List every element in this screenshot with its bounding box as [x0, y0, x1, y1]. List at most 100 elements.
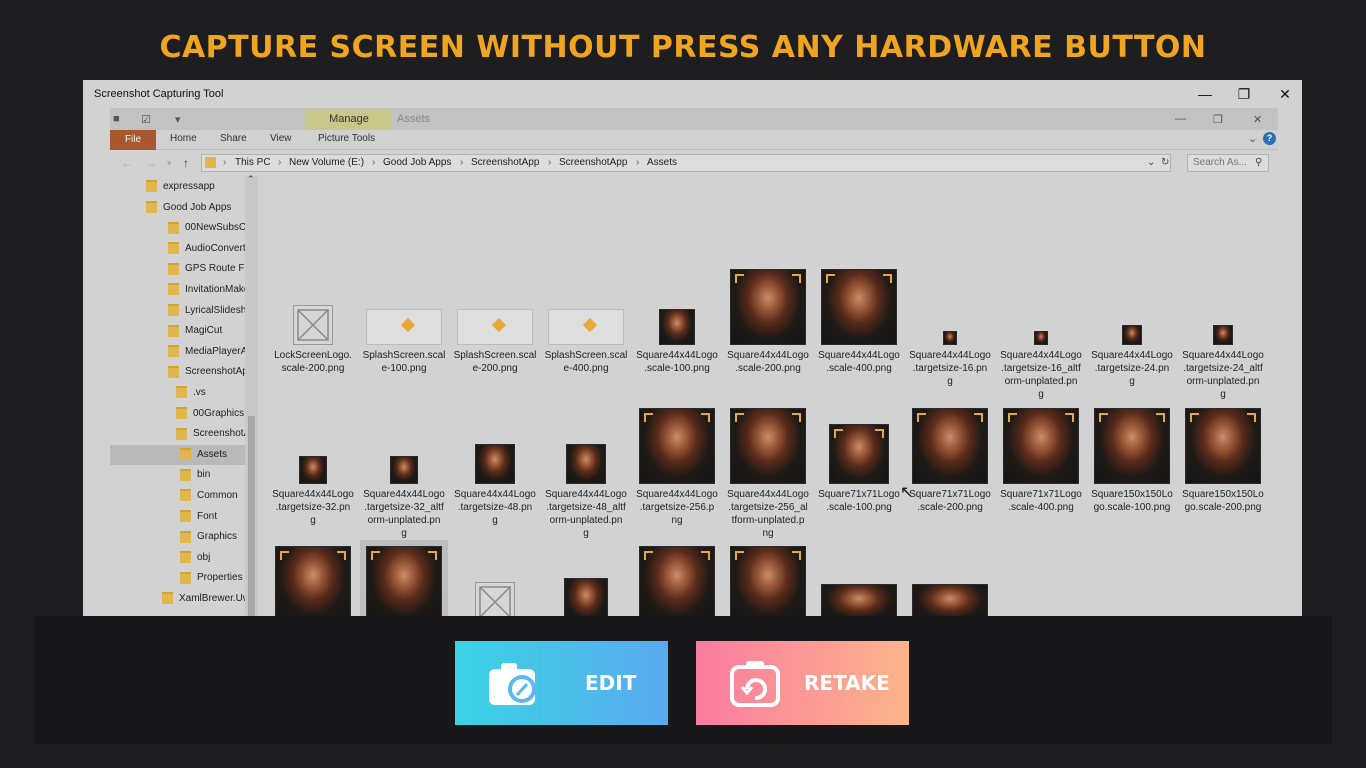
file-name[interactable]: Square44x44Logo .targetsize-48.pn g — [451, 488, 539, 527]
breadcrumb-assets[interactable]: Assets — [647, 157, 677, 168]
file-name[interactable]: LockScreenLogo. scale-200.png — [269, 349, 357, 375]
back-icon[interactable]: ← — [121, 156, 133, 170]
file-name[interactable]: Square44x44Logo .targetsize-48_altf orm-un… — [542, 488, 630, 540]
tree-item[interactable]: ScreenshotApp — [110, 424, 245, 444]
file-name[interactable]: Square44x44Logo .targetsize-256.p ng — [633, 488, 721, 527]
breadcrumb-good-job-apps[interactable]: Good Job Apps — [383, 157, 451, 168]
file-name[interactable]: Square150x150Lo go.scale-200.png — [1179, 488, 1267, 514]
file-thumbnail[interactable] — [1185, 408, 1261, 484]
customize-quick-access-icon[interactable]: ▾ — [175, 113, 181, 126]
file-thumbnail[interactable] — [1094, 408, 1170, 484]
inner-restore-icon[interactable]: ❐ — [1213, 113, 1223, 126]
tab-file[interactable]: File — [110, 130, 156, 150]
file-name[interactable]: Square44x44Logo .targetsize-32.pn g — [269, 488, 357, 527]
breadcrumb-screenshotapp[interactable]: ScreenshotApp — [471, 157, 539, 168]
tree-item[interactable]: bin — [110, 465, 245, 485]
file-thumbnail[interactable] — [821, 269, 897, 345]
tree-item[interactable]: Good Job Apps — [110, 198, 245, 218]
file-thumbnail[interactable] — [730, 546, 806, 616]
folder-icon[interactable]: ■ — [113, 113, 120, 125]
tree-item[interactable]: expressapp — [110, 177, 245, 197]
expand-ribbon-icon[interactable]: ⌄ — [1248, 132, 1257, 145]
tree-item[interactable]: XamlBrewer.Uw — [110, 589, 245, 609]
file-name[interactable]: Square71x71Logo .scale-400.png — [997, 488, 1085, 514]
file-thumbnail[interactable] — [912, 584, 988, 616]
file-name[interactable]: Square44x44Logo .scale-400.png — [815, 349, 903, 375]
file-name[interactable]: Square150x150Lo go.scale-100.png — [1088, 488, 1176, 514]
breadcrumb-this-pc[interactable]: This PC — [235, 157, 271, 168]
restore-icon[interactable]: ❐ — [1230, 84, 1258, 104]
file-thumbnail[interactable] — [659, 309, 695, 345]
help-icon[interactable]: ? — [1263, 132, 1276, 145]
tab-picture-tools[interactable]: Picture Tools — [318, 133, 375, 144]
file-thumbnail[interactable] — [730, 269, 806, 345]
tree-item[interactable]: obj — [110, 548, 245, 568]
file-name[interactable]: Square71x71Logo .scale-200.png — [906, 488, 994, 514]
file-thumbnail[interactable] — [564, 578, 608, 616]
tab-share[interactable]: Share — [220, 133, 247, 144]
file-name[interactable]: Square44x44Logo .targetsize-24_altf orm-un… — [1179, 349, 1267, 401]
placeholder-image-icon[interactable] — [293, 305, 333, 345]
tree-item[interactable]: Assets — [110, 444, 245, 465]
forward-icon[interactable]: → — [145, 156, 157, 170]
address-dropdown-icon[interactable]: ⌄ — [1147, 157, 1155, 168]
file-name[interactable]: Square44x44Logo .scale-100.png — [633, 349, 721, 375]
file-name[interactable]: Square44x44Logo .targetsize-16.pn g — [906, 349, 994, 388]
file-thumbnail[interactable] — [548, 309, 624, 345]
file-thumbnail[interactable] — [299, 456, 327, 484]
file-thumbnail[interactable] — [1003, 408, 1079, 484]
file-thumbnail[interactable] — [912, 408, 988, 484]
up-icon[interactable]: ↑ — [183, 156, 189, 170]
edit-button[interactable]: EDIT — [455, 641, 668, 725]
file-thumbnail[interactable] — [457, 309, 533, 345]
file-thumbnail[interactable] — [730, 408, 806, 484]
tree-item[interactable]: .vs — [110, 383, 245, 403]
close-icon[interactable]: ✕ — [1271, 84, 1299, 104]
file-thumbnail[interactable] — [821, 584, 897, 616]
tree-item[interactable]: AudioConverterA — [110, 239, 245, 259]
tree-item[interactable]: MagiCut — [110, 321, 245, 341]
tree-item[interactable]: MediaPlayerApp — [110, 342, 245, 362]
file-thumbnail[interactable] — [566, 444, 606, 484]
file-name[interactable]: SplashScreen.scal e-400.png — [542, 349, 630, 375]
file-name[interactable]: Square44x44Logo .targetsize-24.pn g — [1088, 349, 1176, 388]
properties-icon[interactable]: ☑ — [141, 113, 151, 126]
refresh-icon[interactable]: ↻ — [1161, 157, 1169, 168]
placeholder-image-icon[interactable] — [475, 582, 515, 616]
file-thumbnail[interactable] — [1122, 325, 1142, 345]
file-thumbnail[interactable] — [1213, 325, 1233, 345]
file-thumbnail[interactable] — [390, 456, 418, 484]
tree-item[interactable]: Properties — [110, 568, 245, 588]
tree-item[interactable]: 00Graphics — [110, 404, 245, 424]
tree-item[interactable]: Font — [110, 507, 245, 527]
file-thumbnail[interactable] — [639, 408, 715, 484]
inner-close-icon[interactable]: ✕ — [1253, 113, 1262, 126]
file-thumbnail[interactable] — [366, 546, 442, 616]
scroll-up-icon[interactable]: ⌃ — [247, 174, 255, 185]
file-name[interactable]: Square44x44Logo .targetsize-32_altf orm-un… — [360, 488, 448, 540]
file-name[interactable]: Square44x44Logo .scale-200.png — [724, 349, 812, 375]
tree-scrollbar[interactable]: ⌃ — [245, 174, 258, 616]
minimize-icon[interactable]: — — [1191, 84, 1219, 104]
tree-item[interactable]: Common — [110, 486, 245, 506]
file-thumbnail[interactable] — [475, 444, 515, 484]
tree-item[interactable]: ScreenshotApp — [110, 362, 245, 382]
file-name[interactable]: Square44x44Logo .targetsize-16_altf orm-un… — [997, 349, 1085, 401]
file-thumbnail[interactable] — [829, 424, 889, 484]
tree-item[interactable]: GPS Route Finde — [110, 259, 245, 279]
tab-manage[interactable]: Manage — [306, 109, 392, 129]
tree-item[interactable]: 00NewSubsCode — [110, 218, 245, 238]
file-thumbnail[interactable] — [275, 546, 351, 616]
breadcrumb-new-volume[interactable]: New Volume (E:) — [289, 157, 364, 168]
file-name[interactable]: SplashScreen.scal e-200.png — [451, 349, 539, 375]
file-thumbnail[interactable] — [366, 309, 442, 345]
breadcrumb-screenshotapp-inner[interactable]: ScreenshotApp — [559, 157, 627, 168]
file-name[interactable]: SplashScreen.scal e-100.png — [360, 349, 448, 375]
file-name[interactable]: Square71x71Logo .scale-100.png — [815, 488, 903, 514]
file-thumbnail[interactable] — [639, 546, 715, 616]
tree-item[interactable]: InvitationMaker — [110, 280, 245, 300]
recent-locations-icon[interactable]: ▾ — [167, 158, 172, 169]
file-thumbnail[interactable] — [1034, 331, 1048, 345]
tab-home[interactable]: Home — [170, 133, 197, 144]
file-thumbnail[interactable] — [943, 331, 957, 345]
